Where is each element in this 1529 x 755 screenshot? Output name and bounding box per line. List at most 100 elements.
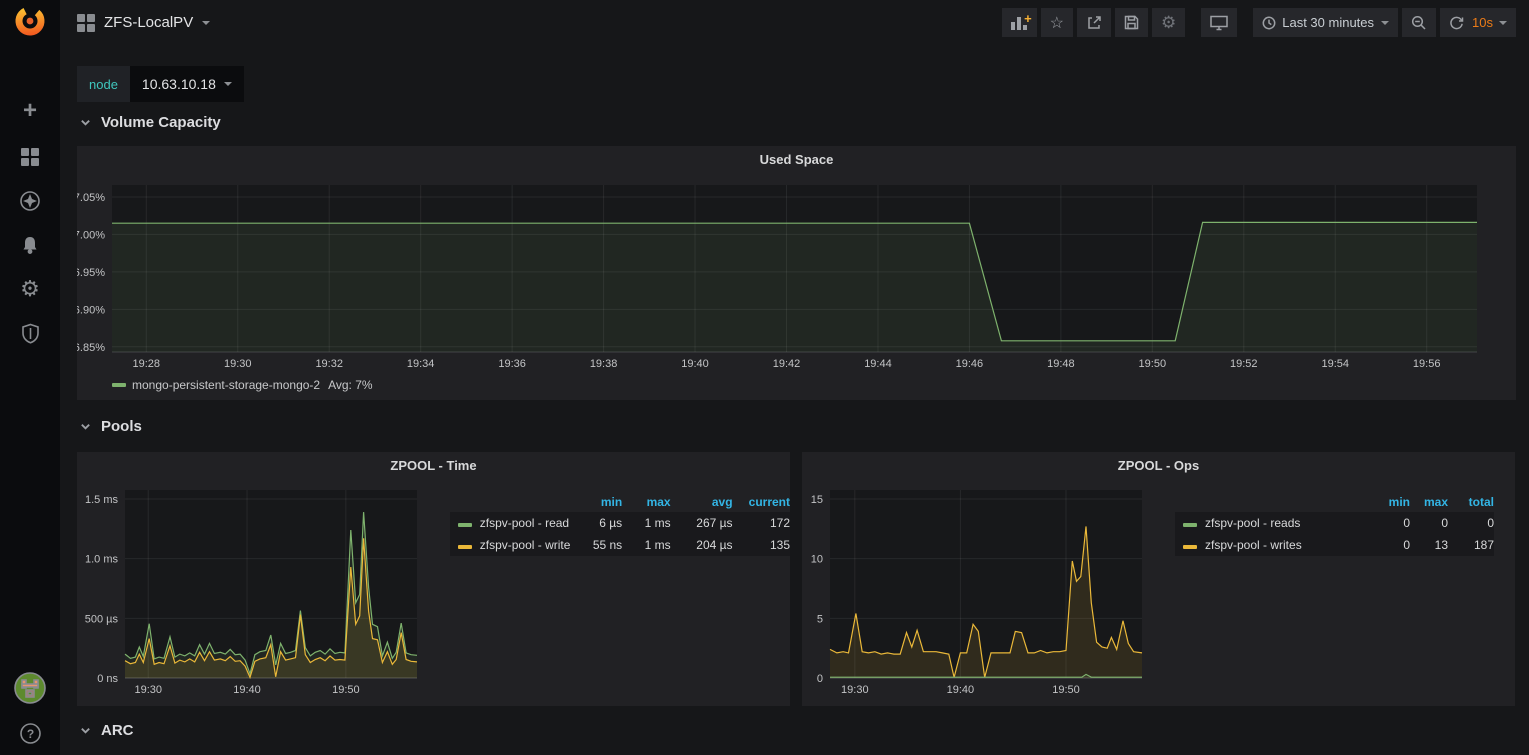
series-name[interactable]: zfspv-pool - read [472,512,579,534]
used-space-chart[interactable]: 6.85% 6.90% 6.95% 7.00% 7.05% 19:28 19:30 19:32… [77,172,1516,376]
svg-text:6.95%: 6.95% [77,267,105,279]
svg-text:19:34: 19:34 [407,358,435,370]
svg-text:19:44: 19:44 [864,358,892,370]
panel-title-used-space[interactable]: Used Space [77,146,1516,172]
variable-node-label: node [77,66,130,102]
share-dashboard-button[interactable] [1077,8,1111,37]
svg-text:6.90%: 6.90% [77,304,105,316]
svg-text:1.0 ms: 1.0 ms [85,554,119,566]
cycle-view-mode-button[interactable] [1201,8,1237,37]
series-name[interactable]: zfspv-pool - write [472,534,579,556]
svg-text:0 ns: 0 ns [97,673,118,685]
clock-icon [1262,16,1276,30]
create-icon[interactable]: + [0,94,60,128]
svg-text:19:50: 19:50 [1052,684,1080,696]
explore-compass-icon[interactable] [0,184,60,218]
panel-title-zpool-ops[interactable]: ZPOOL - Ops [802,452,1515,478]
alerting-bell-icon[interactable] [0,228,60,262]
svg-text:19:30: 19:30 [841,684,869,696]
panel-title-zpool-time[interactable]: ZPOOL - Time [77,452,790,478]
time-range-label: Last 30 minutes [1282,15,1374,30]
svg-text:19:42: 19:42 [773,358,801,370]
refresh-icon [1449,15,1464,30]
svg-text:19:30: 19:30 [134,684,162,696]
series-swatch [1183,545,1197,549]
legend-row-write: zfspv-pool - write 55 ns 1 ms 204 µs 135 [450,534,790,556]
chevron-down-icon [1381,21,1389,25]
zoom-out-time-button[interactable] [1402,8,1436,37]
dashboard-title: ZFS-LocalPV [104,14,193,31]
series-name[interactable]: zfspv-pool - writes [1197,534,1360,556]
star-icon: ☆ [1050,13,1064,33]
chevron-down-icon [202,21,210,25]
top-navbar: ZFS-LocalPV + ☆ ⚙ Last 30 minutes [60,0,1529,45]
star-dashboard-button[interactable]: ☆ [1041,8,1073,37]
dashboard-title-menu[interactable]: ZFS-LocalPV [77,14,210,32]
legend-header-row: min max avg current [450,492,790,512]
save-dashboard-button[interactable] [1115,8,1148,37]
series-swatch [458,523,472,527]
panel-used-space: Used Space 6.85% 6.90% 6.95% 7.00% 7.05% 19:2… [77,146,1516,400]
monitor-icon [1210,15,1228,31]
variable-node-picker[interactable]: node 10.63.10.18 [77,66,244,102]
legend-row-read: zfspv-pool - read 6 µs 1 ms 267 µs 172 [450,512,790,534]
svg-text:19:46: 19:46 [956,358,984,370]
panel-zpool-time: ZPOOL - Time 0 ns 500 µs 1.0 ms 1.5 ms 19:30… [77,452,790,706]
chevron-down-icon [80,421,91,432]
used-space-legend: mongo-persistent-storage-mongo-2 Avg: 7% [112,378,373,392]
add-panel-button[interactable]: + [1002,8,1037,37]
legend-row-reads: zfspv-pool - reads 0 0 0 [1175,512,1494,534]
save-icon [1124,15,1139,30]
panel-zpool-ops: ZPOOL - Ops 05101519:3019:4019:50 min ma… [802,452,1515,706]
svg-text:6.85%: 6.85% [77,342,105,354]
share-icon [1086,15,1102,31]
zpool-ops-legend-table: min max total zfspv-pool - reads 0 0 0 z… [1175,492,1494,556]
zoom-out-icon [1411,15,1427,31]
variable-node-value[interactable]: 10.63.10.18 [130,66,244,102]
svg-text:19:48: 19:48 [1047,358,1075,370]
svg-text:19:38: 19:38 [590,358,618,370]
svg-text:19:32: 19:32 [315,358,343,370]
svg-text:19:40: 19:40 [681,358,709,370]
svg-text:19:30: 19:30 [224,358,252,370]
series-name[interactable]: zfspv-pool - reads [1197,512,1360,534]
server-admin-shield-icon[interactable] [0,316,60,350]
svg-text:7.05%: 7.05% [77,192,105,204]
section-volume-capacity[interactable]: Volume Capacity [80,114,221,131]
legend-row-writes: zfspv-pool - writes 0 13 187 [1175,534,1494,556]
chevron-down-icon [1499,21,1507,25]
add-panel-icon: + [1011,16,1028,30]
series-swatch [112,383,126,387]
help-icon[interactable]: ? [0,716,60,750]
chevron-down-icon [80,725,91,736]
grafana-logo[interactable] [13,4,47,38]
series-name[interactable]: mongo-persistent-storage-mongo-2 [132,378,320,392]
sidebar: + ⚙ ? [0,0,60,755]
svg-text:500 µs: 500 µs [85,613,119,625]
configuration-gear-icon[interactable]: ⚙ [0,272,60,306]
series-swatch [1183,523,1197,527]
svg-text:?: ? [26,727,33,741]
svg-text:1.5 ms: 1.5 ms [85,494,119,506]
dashboard-grid-icon [77,14,95,32]
refresh-interval-label: 10s [1472,15,1493,30]
svg-text:7.00%: 7.00% [77,229,105,241]
svg-text:19:54: 19:54 [1321,358,1349,370]
svg-text:19:28: 19:28 [133,358,161,370]
svg-text:15: 15 [811,494,823,506]
gear-icon: ⚙ [1161,13,1176,33]
section-pools[interactable]: Pools [80,418,142,435]
dashboard-settings-button[interactable]: ⚙ [1152,8,1185,37]
svg-text:19:40: 19:40 [233,684,261,696]
user-avatar[interactable] [0,671,60,705]
section-arc[interactable]: ARC [80,722,134,739]
svg-text:0: 0 [817,673,823,685]
svg-text:19:50: 19:50 [1139,358,1167,370]
svg-text:19:52: 19:52 [1230,358,1258,370]
svg-text:19:56: 19:56 [1413,358,1441,370]
time-range-picker[interactable]: Last 30 minutes [1253,8,1398,37]
svg-text:10: 10 [811,554,823,566]
dashboards-icon[interactable] [0,140,60,174]
refresh-picker[interactable]: 10s [1440,8,1516,37]
svg-text:19:36: 19:36 [498,358,526,370]
